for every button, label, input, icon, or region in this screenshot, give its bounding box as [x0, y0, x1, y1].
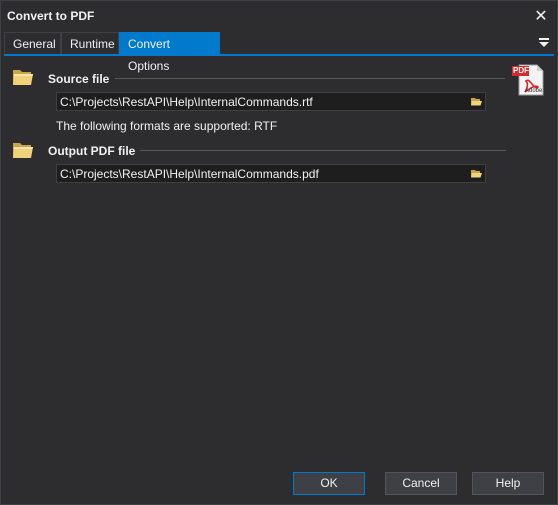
- supported-formats-note: The following formats are supported: RTF: [56, 119, 278, 133]
- output-file-value: C:\Projects\RestAPI\Help\InternalCommand…: [60, 167, 319, 181]
- dialog-window: Convert to PDF ✕ General Runtime Convert…: [0, 0, 558, 505]
- help-button[interactable]: Help: [472, 472, 544, 495]
- source-file-field[interactable]: C:\Projects\RestAPI\Help\InternalCommand…: [56, 92, 486, 111]
- tab-runtime[interactable]: Runtime: [61, 32, 119, 54]
- close-icon: ✕: [534, 8, 548, 25]
- open-folder-icon: [471, 170, 482, 178]
- pdf-badge-text: PDF: [513, 66, 529, 75]
- source-browse-button[interactable]: [469, 94, 484, 109]
- cancel-button[interactable]: Cancel: [385, 472, 457, 495]
- open-folder-icon: [471, 98, 482, 106]
- source-folder-icon: [13, 70, 33, 85]
- output-folder-icon: [13, 143, 33, 158]
- tab-convert-options[interactable]: Convert Options: [119, 32, 220, 73]
- source-divider: [115, 78, 505, 79]
- close-button[interactable]: ✕: [531, 6, 551, 26]
- output-file-field[interactable]: C:\Projects\RestAPI\Help\InternalCommand…: [56, 164, 486, 183]
- window-title: Convert to PDF: [7, 9, 95, 23]
- tab-general[interactable]: General: [4, 32, 61, 54]
- adobe-text: Adobe: [525, 88, 543, 94]
- menu-icon: [539, 38, 549, 47]
- source-file-label: Source file: [48, 72, 110, 86]
- tab-bar: General Runtime Convert Options: [4, 32, 554, 73]
- adobe-pdf-icon: PDF Adobe: [511, 63, 545, 97]
- source-file-value: C:\Projects\RestAPI\Help\InternalCommand…: [60, 95, 313, 109]
- output-divider: [140, 150, 506, 151]
- title-bar: Convert to PDF ✕: [1, 1, 557, 31]
- output-browse-button[interactable]: [469, 166, 484, 181]
- tab-menu-button[interactable]: [538, 36, 550, 48]
- output-file-label: Output PDF file: [48, 144, 136, 158]
- ok-button[interactable]: OK: [293, 472, 365, 495]
